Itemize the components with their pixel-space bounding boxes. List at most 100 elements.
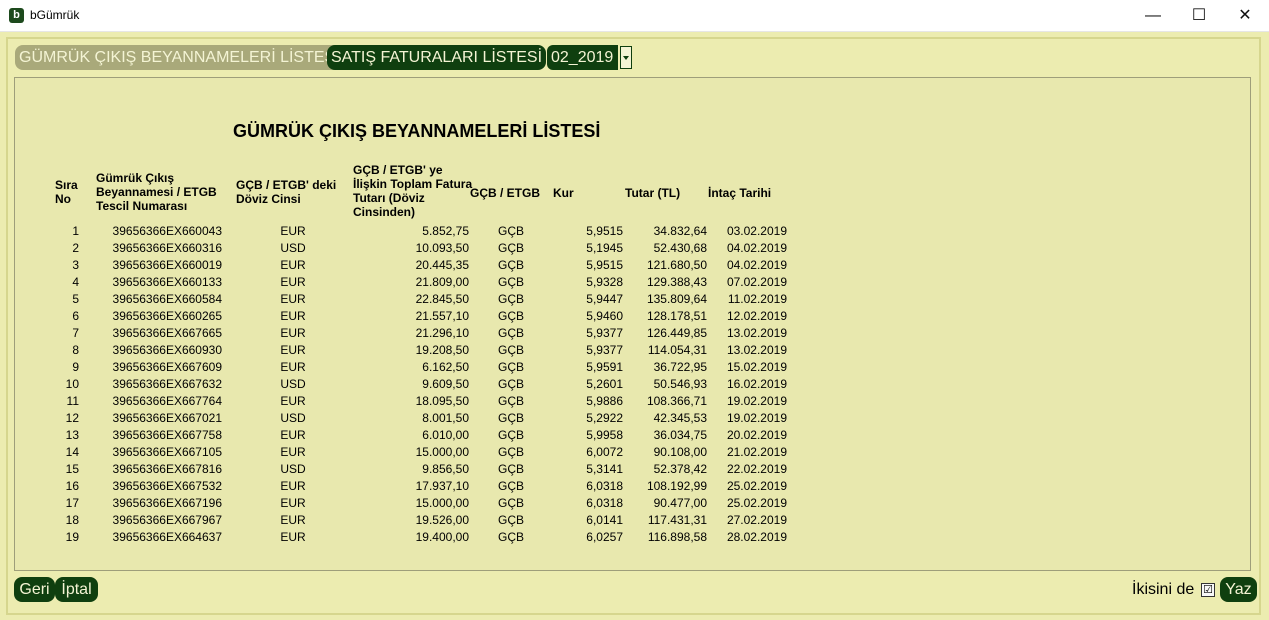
cell-tescil: 39656366EX667816: [112, 462, 222, 476]
cell-kur: 6,0318: [586, 496, 623, 510]
cell-type: GÇB: [497, 445, 524, 459]
both-checkbox[interactable]: ☑: [1201, 583, 1215, 597]
cell-fatura: 17.937,10: [415, 479, 469, 493]
cell-tarih: 20.02.2019: [726, 428, 787, 442]
cell-kur: 6,0257: [586, 530, 623, 544]
header-sira-no: Sıra No: [55, 178, 78, 206]
cell-no: 19: [65, 530, 79, 544]
cell-kur: 5,2601: [586, 377, 623, 391]
cell-tarih: 19.02.2019: [726, 411, 787, 425]
cell-tescil: 39656366EX667758: [112, 428, 222, 442]
cell-tescil: 39656366EX667532: [112, 479, 222, 493]
cell-kur: 5,9886: [586, 394, 623, 408]
table-row: 4 39656366EX660133 EUR 21.809,00 GÇB 5,9328 12…: [0, 274, 1269, 291]
cell-tutar: 50.546,93: [653, 377, 707, 391]
cell-kur: 5,9515: [586, 224, 623, 238]
cell-tescil: 39656366EX667105: [112, 445, 222, 459]
both-label: İkisini de: [1132, 581, 1195, 598]
cell-kur: 5,9460: [586, 309, 623, 323]
cell-type: GÇB: [497, 309, 524, 323]
table-row: 19 39656366EX664637 EUR 19.400,00 GÇB 6,0257 1…: [0, 529, 1269, 546]
cell-tarih: 03.02.2019: [726, 224, 787, 238]
cell-kur: 5,9377: [586, 326, 623, 340]
cell-tarih: 04.02.2019: [726, 258, 787, 272]
cell-tarih: 27.02.2019: [726, 513, 787, 527]
cell-type: GÇB: [497, 496, 524, 510]
cell-no: 10: [65, 377, 79, 391]
cell-no: 3: [72, 258, 79, 272]
header-tarih: İntaç Tarihi: [708, 186, 772, 200]
maximize-icon[interactable]: ☐: [1176, 0, 1222, 31]
cell-tutar: 108.366,71: [646, 394, 707, 408]
cell-no: 9: [72, 360, 79, 374]
cell-fatura: 19.400,00: [415, 530, 469, 544]
cell-tutar: 90.477,00: [653, 496, 707, 510]
cell-doviz: EUR: [280, 343, 306, 357]
minimize-icon[interactable]: —: [1130, 0, 1176, 31]
cell-kur: 5,9447: [586, 292, 623, 306]
cell-no: 12: [65, 411, 79, 425]
cell-tarih: 13.02.2019: [726, 326, 787, 340]
cell-kur: 5,9377: [586, 343, 623, 357]
chevron-down-icon[interactable]: [620, 46, 632, 69]
cancel-button[interactable]: İptal: [55, 577, 98, 602]
cell-kur: 5,3141: [586, 462, 623, 476]
cell-tutar: 52.378,42: [653, 462, 707, 476]
cell-fatura: 19.208,50: [415, 343, 469, 357]
cell-type: GÇB: [497, 343, 524, 357]
table-row: 9 39656366EX667609 EUR 6.162,50 GÇB 5,9591 36.…: [0, 359, 1269, 376]
tab-sales-invoices[interactable]: SATIŞ FATURALARI LİSTESİ: [327, 45, 547, 70]
table-row: 10 39656366EX667632 USD 9.609,50 GÇB 5,2601 50…: [0, 376, 1269, 393]
cell-type: GÇB: [497, 513, 524, 527]
cell-doviz: EUR: [280, 326, 306, 340]
cell-no: 7: [72, 326, 79, 340]
cell-tutar: 42.345,53: [653, 411, 707, 425]
cell-tescil: 39656366EX667609: [112, 360, 222, 374]
cell-doviz: EUR: [280, 292, 306, 306]
cell-tutar: 114.054,31: [647, 343, 707, 357]
close-icon[interactable]: ✕: [1222, 0, 1268, 31]
cell-tarih: 12.02.2019: [726, 309, 787, 323]
cell-tutar: 108.192,99: [646, 479, 707, 493]
cell-fatura: 9.856,50: [422, 462, 469, 476]
write-button[interactable]: Yaz: [1220, 577, 1257, 602]
cell-type: GÇB: [497, 326, 524, 340]
cell-fatura: 8.001,50: [422, 411, 469, 425]
cell-no: 5: [72, 292, 79, 306]
back-button[interactable]: Geri: [14, 577, 55, 602]
cell-doviz: USD: [280, 377, 306, 391]
cell-fatura: 5.852,75: [422, 224, 469, 238]
cell-no: 8: [72, 343, 79, 357]
cell-fatura: 21.296,10: [415, 326, 469, 340]
cell-tarih: 25.02.2019: [726, 496, 787, 510]
cell-tutar: 128.178,51: [646, 309, 707, 323]
cell-kur: 5,2922: [586, 411, 623, 425]
cell-tutar: 52.430,68: [653, 241, 707, 255]
cell-doviz: USD: [280, 411, 306, 425]
report-title: GÜMRÜK ÇIKIŞ BEYANNAMELERİ LİSTESİ: [233, 121, 601, 141]
cell-no: 2: [72, 241, 79, 255]
cell-doviz: EUR: [280, 309, 306, 323]
cell-tescil: 39656366EX660930: [112, 343, 222, 357]
cell-no: 17: [65, 496, 79, 510]
cell-fatura: 18.095,50: [415, 394, 469, 408]
cell-no: 13: [65, 428, 79, 442]
window-title: bGümrük: [30, 8, 80, 22]
cell-kur: 6,0141: [586, 513, 623, 527]
tab-gcb-list[interactable]: GÜMRÜK ÇIKIŞ BEYANNAMELERİ LİSTESİ: [15, 45, 344, 70]
cell-tescil: 39656366EX660584: [112, 292, 222, 306]
table-row: 1 39656366EX660043 EUR 5.852,75 GÇB 5,9515 34.…: [0, 223, 1269, 240]
table-row: 16 39656366EX667532 EUR 17.937,10 GÇB 6,0318 1…: [0, 478, 1269, 495]
table-row: 7 39656366EX667665 EUR 21.296,10 GÇB 5,9377 12…: [0, 325, 1269, 342]
cell-fatura: 20.445,35: [415, 258, 469, 272]
table-row: 14 39656366EX667105 EUR 15.000,00 GÇB 6,0072 9…: [0, 444, 1269, 461]
cell-no: 4: [72, 275, 79, 289]
cell-tarih: 04.02.2019: [726, 241, 787, 255]
cell-type: GÇB: [497, 377, 524, 391]
cell-doviz: EUR: [280, 394, 306, 408]
cell-tarih: 07.02.2019: [726, 275, 787, 289]
cell-kur: 5,9958: [586, 428, 623, 442]
header-doviz: GÇB / ETGB' deki Döviz Cinsi: [236, 178, 337, 206]
cell-type: GÇB: [497, 292, 524, 306]
period-select[interactable]: 02_2019: [547, 45, 618, 70]
